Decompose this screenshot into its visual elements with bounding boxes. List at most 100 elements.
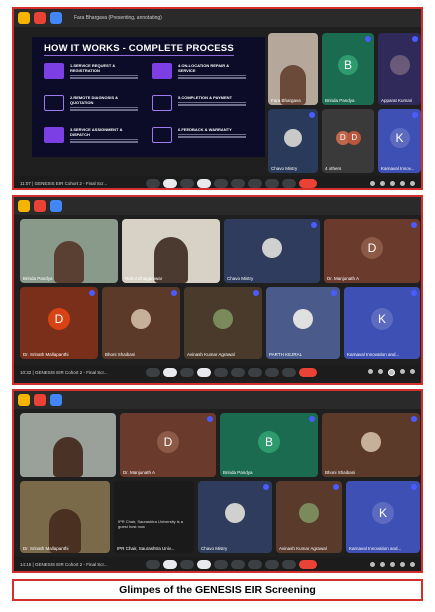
captions-button[interactable] xyxy=(214,178,228,188)
mic-icon xyxy=(263,484,269,490)
participant-name: Karnaval Innovation and... xyxy=(349,546,402,551)
participant-tile[interactable]: IPR Chair, Saurashtra University is a gu… xyxy=(114,481,194,553)
end-call-button[interactable] xyxy=(299,559,317,569)
end-call-button[interactable] xyxy=(299,178,317,188)
camera-toggle-button[interactable] xyxy=(180,559,194,569)
mic-toggle-button[interactable] xyxy=(146,559,160,569)
participant-tile[interactable]: D Dr. Manjunath A xyxy=(324,219,420,283)
participant-tile[interactable]: Apparat Kumari xyxy=(378,33,421,105)
avatar: B xyxy=(338,55,358,76)
lock-icon[interactable] xyxy=(410,561,415,567)
participant-tile[interactable]: Bhoni Shaibani xyxy=(102,287,180,359)
participant-name: Dr. Manjunath A xyxy=(327,276,360,281)
participant-tile[interactable]: Avinash Kumar Agrawal xyxy=(184,287,262,359)
participant-tile[interactable]: Rahul Dhagamwar xyxy=(122,219,220,283)
participant-tile[interactable]: B Brinda Pandya xyxy=(220,413,318,477)
mic-icon xyxy=(411,222,417,228)
raise-hand-button[interactable] xyxy=(265,178,279,188)
mic-icon xyxy=(412,112,418,118)
chat-icon[interactable] xyxy=(390,561,395,567)
raise-hand-button[interactable] xyxy=(265,559,279,569)
app-icon-yellow[interactable] xyxy=(18,394,30,406)
avatar-photo xyxy=(299,503,319,524)
more-options-button[interactable] xyxy=(282,559,296,569)
app-icon-yellow[interactable] xyxy=(18,12,30,24)
participant-tile[interactable]: Bhoni Shaibani xyxy=(322,413,420,477)
participant-tile[interactable]: B Brinda Pandya xyxy=(322,33,374,105)
participant-video xyxy=(53,437,83,477)
camera-off-icon[interactable] xyxy=(197,178,211,188)
participant-tile[interactable]: Chavo Mistry xyxy=(198,481,272,553)
participant-tile[interactable]: Dr. Srinath Mallapanthi xyxy=(20,481,110,553)
captions-button[interactable] xyxy=(214,367,228,377)
camera-off-icon[interactable] xyxy=(197,559,211,569)
present-button[interactable] xyxy=(248,367,262,377)
mic-off-icon[interactable] xyxy=(163,559,177,569)
meeting-screenshot-2: Brinda Pandya Rahul Dhagamwar Chavo Mist… xyxy=(12,195,423,385)
meeting-screenshot-3: D Dr. Manjunath A B Brinda Pandya Bhoni … xyxy=(12,389,423,573)
chat-icon[interactable] xyxy=(388,368,395,376)
emoji-button[interactable] xyxy=(231,367,245,377)
info-icon[interactable] xyxy=(50,200,62,212)
participant-tile[interactable] xyxy=(20,413,116,477)
end-call-button[interactable] xyxy=(299,367,317,377)
camera-toggle-button[interactable] xyxy=(180,178,194,188)
participant-name: Dr. Manjunath A xyxy=(123,470,156,475)
mic-toggle-button[interactable] xyxy=(146,178,160,188)
activities-icon[interactable] xyxy=(400,180,405,186)
slide-title: HOW IT WORKS - COMPLETE PROCESS xyxy=(44,43,234,54)
info-icon[interactable] xyxy=(370,180,375,186)
captions-button[interactable] xyxy=(214,559,228,569)
participant-tile[interactable]: K Karnaval Innov... xyxy=(378,109,421,173)
raise-hand-button[interactable] xyxy=(265,367,279,377)
participant-tile[interactable]: Brinda Pandya xyxy=(20,219,118,283)
participant-tile[interactable]: Fara Bhargava xyxy=(268,33,318,105)
more-options-button[interactable] xyxy=(282,178,296,188)
participant-name: Karnaval Innovation and... xyxy=(347,352,400,357)
record-icon[interactable] xyxy=(34,200,46,212)
participant-tile[interactable]: K Karnaval Innovation and... xyxy=(344,287,420,359)
mic-toggle-button[interactable] xyxy=(146,367,160,377)
participant-tile[interactable]: Chavo Mistry xyxy=(268,109,318,173)
participant-tile[interactable]: D Dr. Srinath Mallapanthi xyxy=(20,287,98,359)
others-tile[interactable]: D D 4 others xyxy=(322,109,374,173)
activities-icon[interactable] xyxy=(400,561,405,567)
mic-icon xyxy=(207,416,213,422)
people-icon[interactable] xyxy=(380,561,385,567)
people-icon[interactable] xyxy=(378,368,383,374)
chat-icon[interactable] xyxy=(390,180,395,186)
mic-icon xyxy=(311,222,317,228)
mic-off-icon[interactable] xyxy=(163,178,177,188)
participant-tile[interactable]: D Dr. Manjunath A xyxy=(120,413,216,477)
info-icon[interactable] xyxy=(368,368,373,374)
mic-off-icon[interactable] xyxy=(163,367,177,377)
info-icon[interactable] xyxy=(370,561,375,567)
avatar: K xyxy=(389,127,410,148)
info-icon[interactable] xyxy=(50,394,62,406)
app-icon-yellow[interactable] xyxy=(18,200,30,212)
present-button[interactable] xyxy=(248,178,262,188)
lock-icon[interactable] xyxy=(410,368,415,374)
camera-off-icon[interactable] xyxy=(197,367,211,377)
step-title: 3.SERVICE ASSIGNMENT & DISPATCH xyxy=(70,127,123,137)
more-options-button[interactable] xyxy=(282,367,296,377)
record-icon[interactable] xyxy=(34,12,46,24)
avatar: K xyxy=(371,308,393,331)
people-icon[interactable] xyxy=(380,180,385,186)
record-icon[interactable] xyxy=(34,394,46,406)
meeting-info: 11:07 | GENESIS EIR Cohort 2 - Final Scr… xyxy=(20,180,108,186)
present-button[interactable] xyxy=(248,559,262,569)
emoji-button[interactable] xyxy=(231,178,245,188)
activities-icon[interactable] xyxy=(400,368,405,374)
camera-toggle-button[interactable] xyxy=(180,367,194,377)
participant-tile[interactable]: Chavo Mistry xyxy=(224,219,320,283)
emoji-button[interactable] xyxy=(231,559,245,569)
participant-tile[interactable]: K Karnaval Innovation and... xyxy=(346,481,420,553)
participant-tile[interactable]: PARTH KEJRAL xyxy=(266,287,340,359)
participant-tile[interactable]: Avinash Kumar Agrawal xyxy=(276,481,342,553)
info-icon[interactable] xyxy=(50,12,62,24)
lock-icon[interactable] xyxy=(410,180,415,186)
slide-underline xyxy=(44,55,234,56)
mic-icon xyxy=(412,36,418,42)
diagnosis-icon xyxy=(44,95,64,111)
